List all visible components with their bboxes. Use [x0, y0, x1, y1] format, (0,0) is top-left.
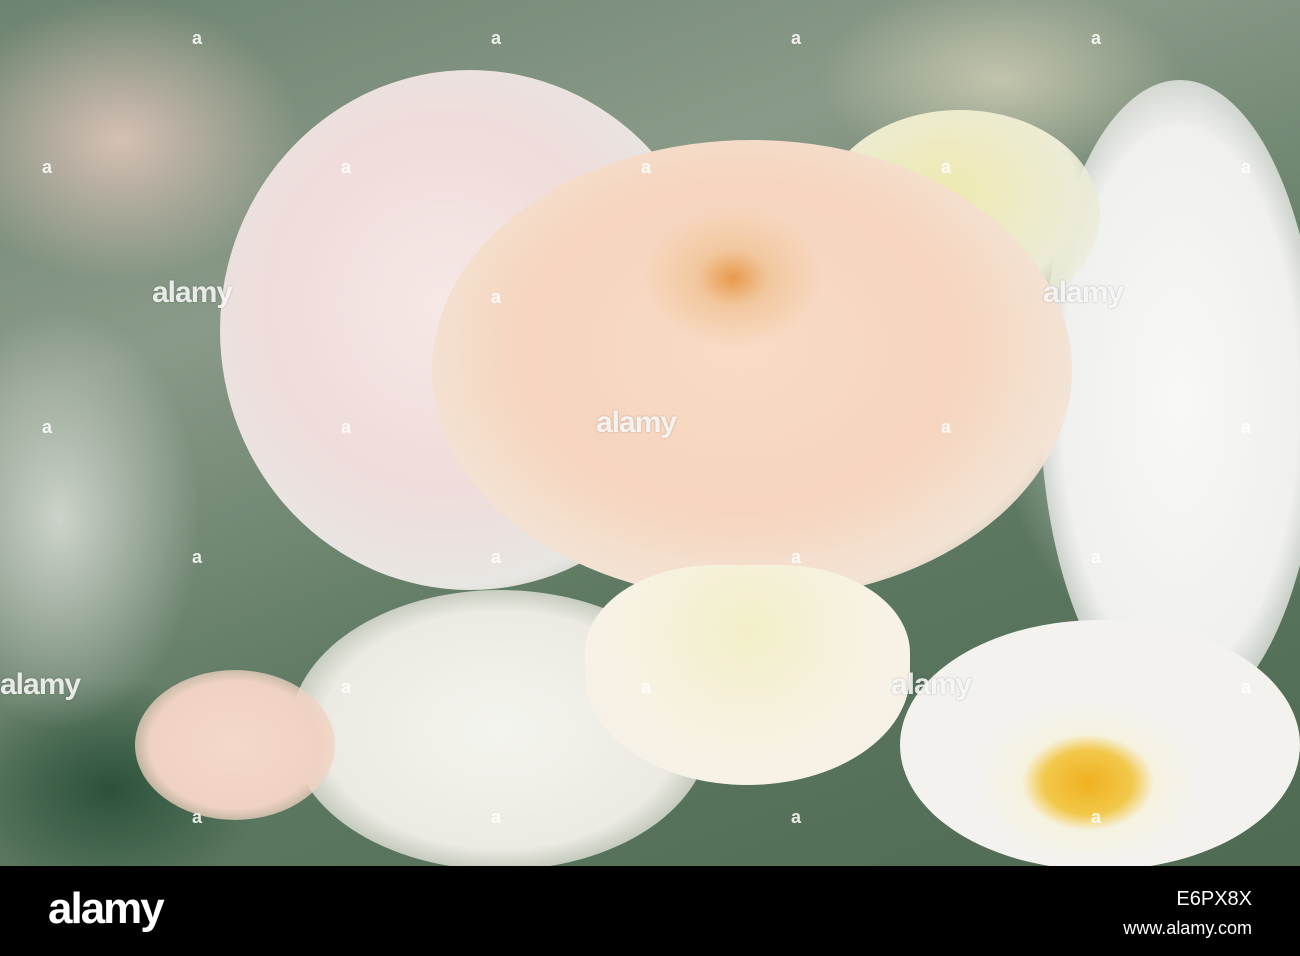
watermark-letter: a [42, 417, 53, 437]
watermark: alamy [0, 668, 81, 701]
watermark-letter: a [641, 157, 652, 177]
watermark-letter: a [491, 28, 502, 48]
stock-footer-bar: alamy E6PX8X www.alamy.com [0, 866, 1300, 956]
watermark-letter: a [641, 677, 652, 697]
watermark: alamy [152, 276, 233, 309]
rose-lower-petal [585, 565, 910, 785]
watermark-letter: a [192, 807, 203, 827]
watermark-letter: a [1091, 28, 1102, 48]
watermark-letter: a [791, 807, 802, 827]
white-rose-stamens [900, 620, 1300, 866]
watermark-letter: a [341, 677, 352, 697]
watermark-letter: a [341, 157, 352, 177]
watermark-letter: a [1241, 677, 1252, 697]
pink-rose-blurred [135, 670, 335, 820]
site-url: www.alamy.com [1123, 918, 1252, 938]
watermark-letter: a [941, 157, 952, 177]
watermark-letter: a [42, 157, 53, 177]
watermark-letter: a [192, 28, 203, 48]
watermark-letter: a [791, 28, 802, 48]
watermark-letter: a [1091, 547, 1102, 567]
watermark-letter: a [941, 417, 952, 437]
peach-rose-main [432, 140, 1072, 600]
watermark-letter: a [791, 547, 802, 567]
watermark-letter: a [491, 547, 502, 567]
watermark-letter: a [341, 417, 352, 437]
watermark: alamy [1043, 276, 1124, 309]
watermark-letter: a [192, 547, 203, 567]
image-code: E6PX8X [1176, 888, 1252, 910]
watermark-letter: a [491, 807, 502, 827]
watermark-letter: a [1241, 417, 1252, 437]
watermark: alamy [891, 668, 972, 701]
watermark-letter: a [1241, 157, 1252, 177]
alamy-logo: alamy [48, 884, 165, 933]
watermark-letter: a [1091, 807, 1102, 827]
watermark-letter: a [491, 287, 502, 307]
rose-photo: alamy alamy alamy alamy alamy a a a a a … [0, 0, 1300, 866]
watermark: alamy [596, 406, 677, 439]
